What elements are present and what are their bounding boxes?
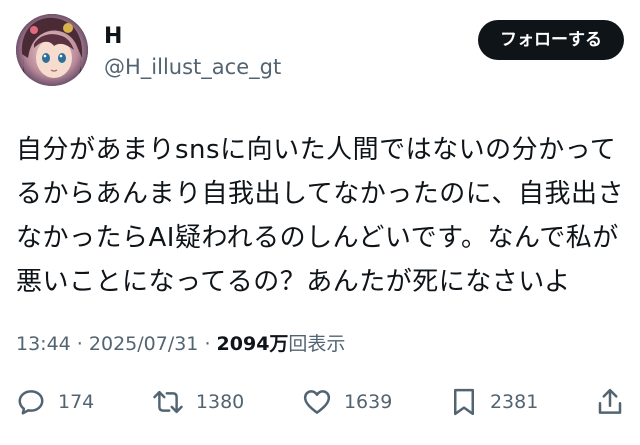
share-icon	[598, 388, 622, 414]
meta-separator: ·	[198, 333, 217, 355]
reply-count: 174	[58, 391, 95, 413]
heart-icon	[303, 390, 331, 414]
repost-icon	[153, 390, 183, 414]
avatar-illustration-icon	[16, 14, 88, 86]
share-button[interactable]	[596, 387, 624, 417]
tweet-time[interactable]: 13:44	[16, 333, 71, 355]
like-button[interactable]: 1639	[302, 387, 392, 417]
user-name-block[interactable]: H @H_illust_ace_gt	[104, 24, 281, 80]
views-count: 2094万	[216, 333, 289, 355]
display-name[interactable]: H	[104, 24, 281, 50]
reply-button[interactable]: 174	[16, 387, 94, 417]
views-label: 回表示	[288, 333, 346, 355]
bookmark-button[interactable]: 2381	[450, 387, 538, 417]
bookmark-count: 2381	[489, 391, 539, 413]
tweet-actions-bar: 174 1380 1639 2381	[16, 384, 624, 420]
bookmark-icon	[453, 388, 474, 416]
tweet-date[interactable]: 2025/07/31	[89, 333, 199, 355]
repost-button[interactable]: 1380	[152, 387, 244, 417]
reply-icon	[18, 390, 44, 415]
user-handle[interactable]: @H_illust_ace_gt	[104, 54, 281, 80]
like-count: 1639	[343, 391, 393, 413]
tweet-header: H @H_illust_ace_gt フォローする	[16, 14, 624, 94]
repost-count: 1380	[195, 391, 245, 413]
meta-separator: ·	[70, 333, 89, 355]
tweet-text: 自分があまりsnsに向いた人間ではないの分かってるからあんまり自我出してなかった…	[16, 135, 624, 297]
tweet-meta: 13:44 · 2025/07/31 · 2094万回表示	[16, 331, 345, 357]
avatar[interactable]	[16, 14, 88, 86]
follow-button[interactable]: フォローする	[478, 20, 624, 60]
